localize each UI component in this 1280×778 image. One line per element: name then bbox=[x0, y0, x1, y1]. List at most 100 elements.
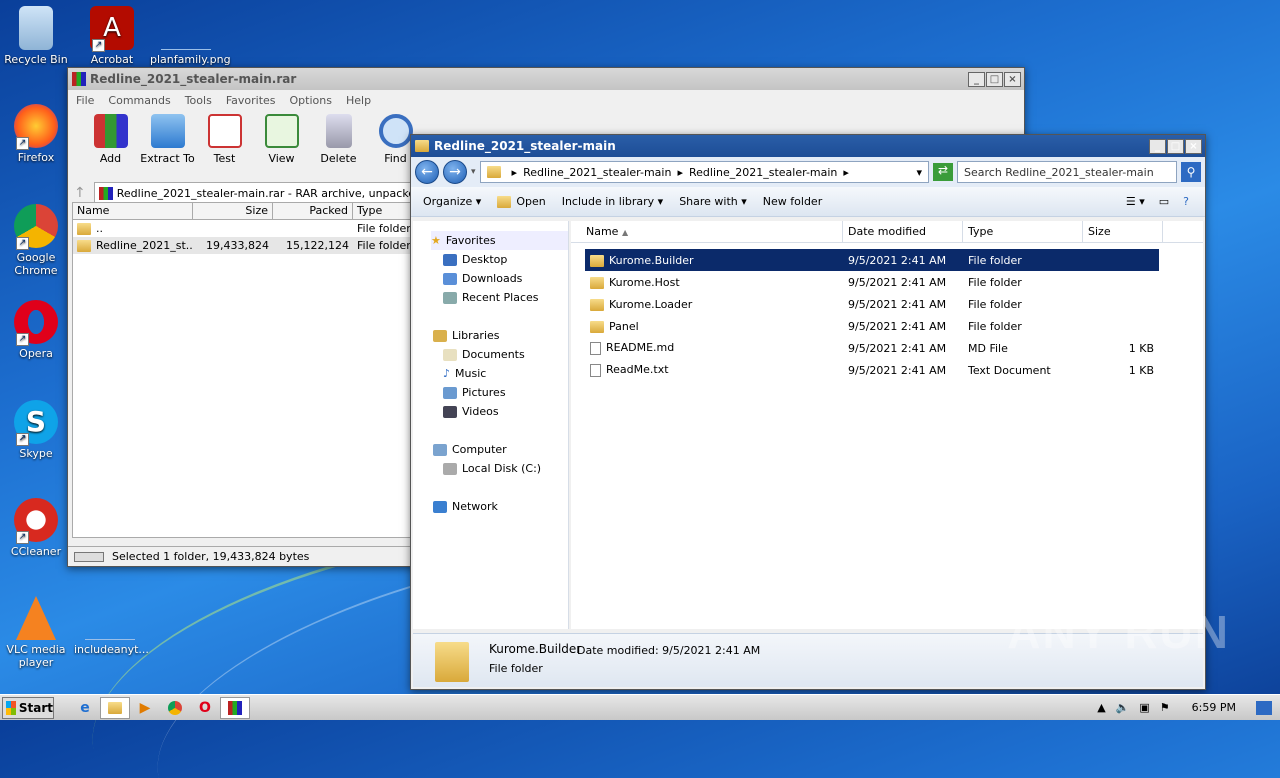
close-button[interactable]: × bbox=[1004, 71, 1021, 87]
search-icon[interactable]: ⚲ bbox=[1181, 162, 1201, 182]
desktop-icon-opera[interactable]: ↗ Opera bbox=[0, 300, 72, 360]
delete-button[interactable]: Delete bbox=[310, 110, 367, 180]
menu-options[interactable]: Options bbox=[290, 94, 332, 107]
desktop-icon-ccleaner[interactable]: ↗ CCleaner bbox=[0, 498, 72, 558]
file-row[interactable]: Kurome.Loader 9/5/2021 2:41 AM File fold… bbox=[585, 293, 1159, 315]
breadcrumb-item[interactable]: Redline_2021_stealer-main bbox=[523, 166, 671, 179]
file-row[interactable]: Kurome.Builder 9/5/2021 2:41 AM File fol… bbox=[585, 249, 1159, 271]
share-with-button[interactable]: Share with ▾ bbox=[679, 195, 747, 208]
nav-network[interactable]: Network bbox=[433, 497, 568, 516]
minimize-button[interactable]: _ bbox=[1149, 138, 1166, 154]
desktop-icon-planfamily[interactable]: planfamily.png bbox=[150, 6, 231, 66]
include-in-library-button[interactable]: Include in library ▾ bbox=[562, 195, 663, 208]
explorer-titlebar[interactable]: Redline_2021_stealer-main _ □ × bbox=[411, 135, 1205, 157]
taskbar-chrome[interactable] bbox=[160, 697, 190, 719]
volume-icon[interactable]: 🔈 bbox=[1116, 701, 1130, 714]
back-button[interactable]: ← bbox=[415, 160, 439, 184]
desktop-icon-chrome[interactable]: ↗ Google Chrome bbox=[0, 204, 72, 277]
nav-item-desktop[interactable]: Desktop bbox=[443, 250, 568, 269]
col-type[interactable]: Type bbox=[963, 221, 1083, 242]
taskbar-media-player[interactable]: ▶ bbox=[130, 697, 160, 719]
search-input[interactable]: Search Redline_2021_stealer-main bbox=[957, 161, 1177, 183]
extract-to-button[interactable]: Extract To bbox=[139, 110, 196, 180]
desktop-icon-acrobat[interactable]: A ↗ Acrobat bbox=[76, 6, 148, 66]
nav-item-music[interactable]: ♪ Music bbox=[443, 364, 568, 383]
desktop-icon-skype[interactable]: S ↗ Skype bbox=[0, 400, 72, 460]
view-options-icon[interactable]: ☰ ▾ bbox=[1126, 195, 1145, 208]
vlc-icon bbox=[16, 596, 56, 640]
refresh-icon[interactable]: ⇄ bbox=[933, 163, 953, 181]
taskbar-explorer[interactable] bbox=[100, 696, 130, 719]
file-list[interactable]: Name ▲ Date modified Type Size Kurome.Bu… bbox=[571, 221, 1203, 629]
col-type[interactable]: Type bbox=[353, 203, 413, 219]
menu-favorites[interactable]: Favorites bbox=[226, 94, 276, 107]
command-bar: Organize ▾ Open Include in library ▾ Sha… bbox=[411, 187, 1205, 217]
menu-commands[interactable]: Commands bbox=[108, 94, 170, 107]
document-icon bbox=[590, 341, 601, 355]
nav-computer[interactable]: Computer bbox=[433, 440, 568, 459]
downloads-icon bbox=[443, 272, 457, 285]
system-tray: ▲ 🔈 ▣ ⚑ 6:59 PM bbox=[1097, 700, 1280, 715]
add-button[interactable]: Add bbox=[82, 110, 139, 180]
menu-help[interactable]: Help bbox=[346, 94, 371, 107]
test-button[interactable]: Test bbox=[196, 110, 253, 180]
desktop-icon-includeanyt[interactable]: includeanyt... bbox=[74, 596, 149, 656]
taskbar-ie[interactable]: e bbox=[70, 697, 100, 719]
col-packed[interactable]: Packed bbox=[273, 203, 353, 219]
col-size[interactable]: Size bbox=[193, 203, 273, 219]
forward-button[interactable]: → bbox=[443, 160, 467, 184]
taskbar: Start e ▶ O ▲ 🔈 ▣ ⚑ 6:59 PM bbox=[0, 694, 1280, 720]
desktop-icon-recycle-bin[interactable]: Recycle Bin bbox=[0, 6, 72, 66]
minimize-button[interactable]: _ bbox=[968, 71, 985, 87]
start-button[interactable]: Start bbox=[2, 696, 54, 719]
preview-pane-icon[interactable]: ▭ bbox=[1159, 195, 1169, 208]
nav-item-pictures[interactable]: Pictures bbox=[443, 383, 568, 402]
chevron-down-icon[interactable]: ▾ bbox=[916, 166, 922, 179]
up-arrow-icon[interactable]: ↑ bbox=[74, 185, 86, 201]
navigation-pane[interactable]: ★ Favorites Desktop Downloads Recent Plac… bbox=[413, 221, 569, 629]
maximize-button[interactable]: □ bbox=[1167, 138, 1184, 154]
col-date-modified[interactable]: Date modified bbox=[843, 221, 963, 242]
clock[interactable]: 6:59 PM bbox=[1192, 701, 1236, 714]
file-row[interactable]: Panel 9/5/2021 2:41 AM File folder bbox=[585, 315, 1159, 337]
breadcrumb[interactable]: ▸ Redline_2021_stealer-main ▸ Redline_20… bbox=[479, 161, 929, 183]
action-center-flag-icon[interactable]: ⚑ bbox=[1160, 701, 1170, 714]
nav-item-downloads[interactable]: Downloads bbox=[443, 269, 568, 288]
anyrun-watermark: ANY RUN bbox=[1007, 606, 1230, 658]
menu-file[interactable]: File bbox=[76, 94, 94, 107]
col-name[interactable]: Name bbox=[73, 203, 193, 219]
shortcut-arrow-icon: ↗ bbox=[16, 333, 29, 346]
taskbar-winrar[interactable] bbox=[220, 696, 250, 719]
nav-item-recent-places[interactable]: Recent Places bbox=[443, 288, 568, 307]
view-button[interactable]: View bbox=[253, 110, 310, 180]
file-row[interactable]: Kurome.Host 9/5/2021 2:41 AM File folder bbox=[585, 271, 1159, 293]
menu-tools[interactable]: Tools bbox=[185, 94, 212, 107]
nav-favorites[interactable]: ★ Favorites bbox=[431, 231, 568, 250]
desktop-icon-vlc[interactable]: VLC media player bbox=[0, 596, 72, 669]
nav-item-local-disk[interactable]: Local Disk (C:) bbox=[443, 459, 568, 478]
maximize-button[interactable]: □ bbox=[986, 71, 1003, 87]
network-tray-icon[interactable]: ▣ bbox=[1139, 701, 1149, 714]
nav-item-documents[interactable]: Documents bbox=[443, 345, 568, 364]
file-row[interactable]: ReadMe.txt 9/5/2021 2:41 AM Text Documen… bbox=[585, 359, 1159, 381]
nav-libraries[interactable]: Libraries bbox=[433, 326, 568, 345]
winrar-titlebar[interactable]: Redline_2021_stealer-main.rar _ □ × bbox=[68, 68, 1024, 90]
organize-button[interactable]: Organize ▾ bbox=[423, 195, 481, 208]
help-icon[interactable]: ? bbox=[1183, 195, 1189, 208]
breadcrumb-item[interactable]: Redline_2021_stealer-main bbox=[689, 166, 837, 179]
open-button[interactable]: Open bbox=[497, 195, 546, 208]
file-row[interactable]: README.md 9/5/2021 2:41 AM MD File 1 KB bbox=[585, 337, 1159, 359]
image-file-icon bbox=[161, 6, 211, 50]
winrar-icon bbox=[72, 72, 86, 86]
skype-icon: S ↗ bbox=[14, 400, 58, 446]
show-desktop-button[interactable] bbox=[1256, 700, 1272, 715]
col-name[interactable]: Name ▲ bbox=[571, 221, 843, 242]
desktop-icon-firefox[interactable]: ↗ Firefox bbox=[0, 104, 72, 164]
nav-item-videos[interactable]: Videos bbox=[443, 402, 568, 421]
new-folder-button[interactable]: New folder bbox=[763, 195, 822, 208]
col-size[interactable]: Size bbox=[1083, 221, 1163, 242]
taskbar-opera[interactable]: O bbox=[190, 697, 220, 719]
tray-expand-icon[interactable]: ▲ bbox=[1097, 701, 1105, 714]
close-button[interactable]: × bbox=[1185, 138, 1202, 154]
recent-pages-icon[interactable]: ▾ bbox=[471, 167, 476, 177]
